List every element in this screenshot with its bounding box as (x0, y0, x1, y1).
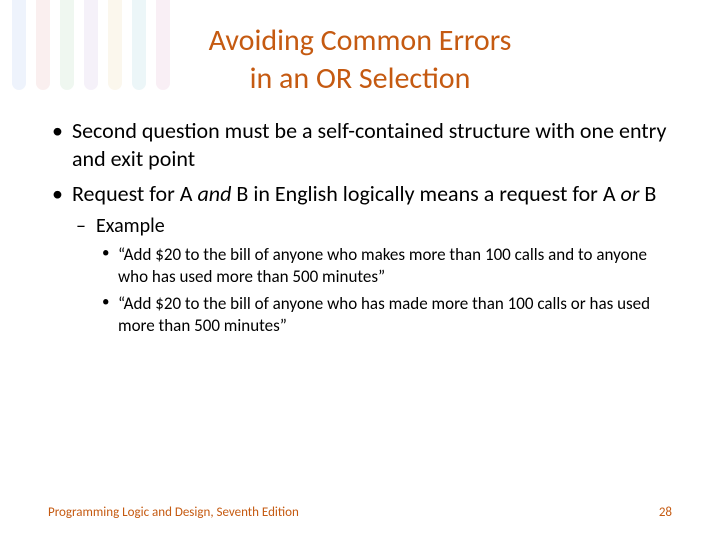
bullet-2-italic-and: and (197, 180, 231, 207)
example-heading: Example “Add $20 to the bill of anyone w… (72, 214, 672, 337)
example-2: “Add $20 to the bill of anyone who has m… (96, 293, 672, 337)
bullet-2-text-c: B (639, 180, 656, 207)
slide-body: Second question must be a self-contained… (48, 117, 672, 337)
title-line-1: Avoiding Common Errors (209, 22, 512, 59)
example-label: Example (96, 214, 165, 238)
example-1: “Add $20 to the bill of anyone who makes… (96, 244, 672, 288)
bullet-2-italic-or: or (621, 180, 640, 207)
bullet-2-text-b: B in English logically means a request f… (231, 180, 620, 207)
bullet-1: Second question must be a self-contained… (48, 117, 672, 172)
slide-footer: Programming Logic and Design, Seventh Ed… (48, 505, 672, 520)
slide-title: Avoiding Common Errors in an OR Selectio… (48, 22, 672, 97)
page-number: 28 (659, 505, 672, 520)
footer-text: Programming Logic and Design, Seventh Ed… (48, 505, 299, 520)
title-line-2: in an OR Selection (250, 60, 471, 97)
slide: Avoiding Common Errors in an OR Selectio… (0, 0, 720, 540)
bullet-2-text-a: Request for A (72, 180, 197, 207)
bullet-2: Request for A and B in English logically… (48, 180, 672, 337)
